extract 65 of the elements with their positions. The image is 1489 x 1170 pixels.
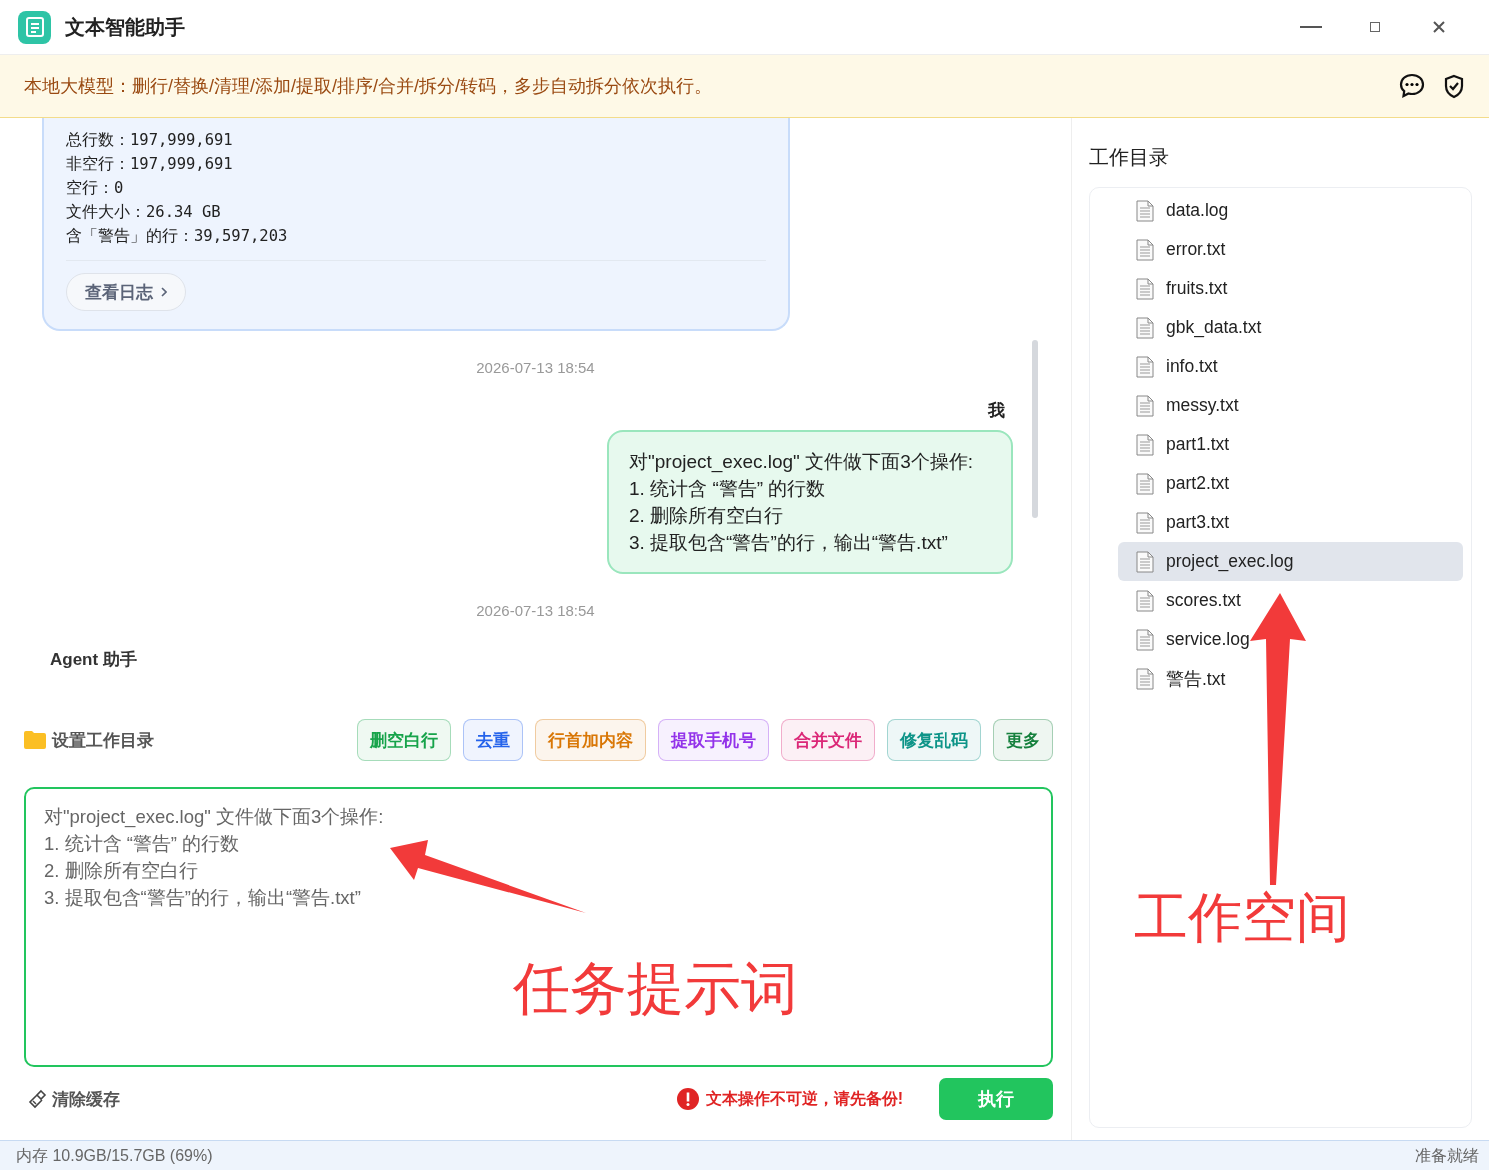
warning-icon [676,1088,699,1110]
window-title: 文本智能助手 [65,14,185,40]
document-icon [1136,277,1154,300]
document-icon [1136,316,1154,339]
quick-action-chip[interactable]: 去重 [463,719,523,761]
stat-line: 文件大小：26.34 GB [66,202,222,223]
maximize-icon[interactable] [1370,22,1380,32]
memory-usage: 内存 10.9GB/15.7GB (69%) [16,1145,213,1166]
document-icon [1136,589,1154,612]
sender-name: 我 [988,401,1005,420]
document-icon [1136,628,1154,651]
document-icon [1136,199,1154,222]
set-directory-button[interactable]: 设置工作目录 [24,728,154,752]
file-item[interactable]: project_exec.log [1118,542,1463,581]
file-item[interactable]: messy.txt [1118,386,1463,425]
shield-check-icon[interactable] [1443,73,1465,99]
scrollbar[interactable] [1032,340,1038,518]
timestamp: 2026-07-13 18:54 [476,602,595,619]
folder-icon [24,731,46,749]
annotation-label: 工作空间 [1134,890,1350,944]
message-line: 3. 提取包含“警告”的行，输出“警告.txt” [629,531,949,555]
chat-bubble-icon[interactable] [1399,73,1425,99]
message-line: 2. 删除所有空白行 [629,504,785,528]
file-item[interactable]: info.txt [1118,347,1463,386]
file-item[interactable]: data.log [1118,191,1463,230]
stat-line: 空行：0 [66,178,125,199]
annotation-label: 任务提示词 [513,960,798,1017]
document-icon [1136,511,1154,534]
warning-text: 文本操作不可逆，请先备份! [705,1088,903,1109]
document-icon [1136,550,1154,573]
quick-action-chip[interactable]: 更多 [993,719,1053,761]
document-icon [1136,238,1154,261]
file-item[interactable]: gbk_data.txt [1118,308,1463,347]
clear-cache-button[interactable]: 清除缓存 [24,1087,120,1111]
view-log-button[interactable]: 查看日志 [66,273,186,311]
quick-action-chip[interactable]: 合并文件 [781,719,875,761]
stat-line: 非空行：197,999,691 [66,154,234,175]
status-text: 准备就绪 [1415,1145,1479,1166]
document-icon [1136,472,1154,495]
file-item[interactable]: fruits.txt [1118,269,1463,308]
stat-line: 含「警告」的行：39,597,203 [66,226,289,247]
file-item[interactable]: part3.txt [1118,503,1463,542]
file-item[interactable]: service.log [1118,620,1463,659]
stat-line: 总行数：197,999,691 [66,130,234,151]
app-logo-icon [18,10,51,44]
quick-action-chip[interactable]: 提取手机号 [658,719,769,761]
file-item[interactable]: part1.txt [1118,425,1463,464]
document-icon [1136,394,1154,417]
file-item[interactable]: 警告.txt [1118,659,1463,698]
chevron-right-icon [161,287,167,297]
file-item[interactable]: part2.txt [1118,464,1463,503]
sidebar-title: 工作目录 [1089,145,1170,170]
file-item[interactable]: error.txt [1118,230,1463,269]
message-line: 1. 统计含 “警告” 的行数 [629,477,827,501]
timestamp: 2026-07-13 18:54 [476,359,595,376]
document-icon [1136,667,1154,690]
minimize-icon[interactable] [1300,25,1322,29]
document-icon [1136,355,1154,378]
broom-icon [28,1089,48,1109]
banner-text: 本地大模型：删行/替换/清理/添加/提取/排序/合并/拆分/转码，多步自动拆分依次执行。 [24,75,713,98]
document-icon [1136,433,1154,456]
message-line: 对"project_exec.log" 文件做下面3个操作: [629,450,974,475]
close-icon[interactable] [1433,21,1445,33]
file-item[interactable]: scores.txt [1118,581,1463,620]
sender-name: Agent 助手 [50,650,137,669]
